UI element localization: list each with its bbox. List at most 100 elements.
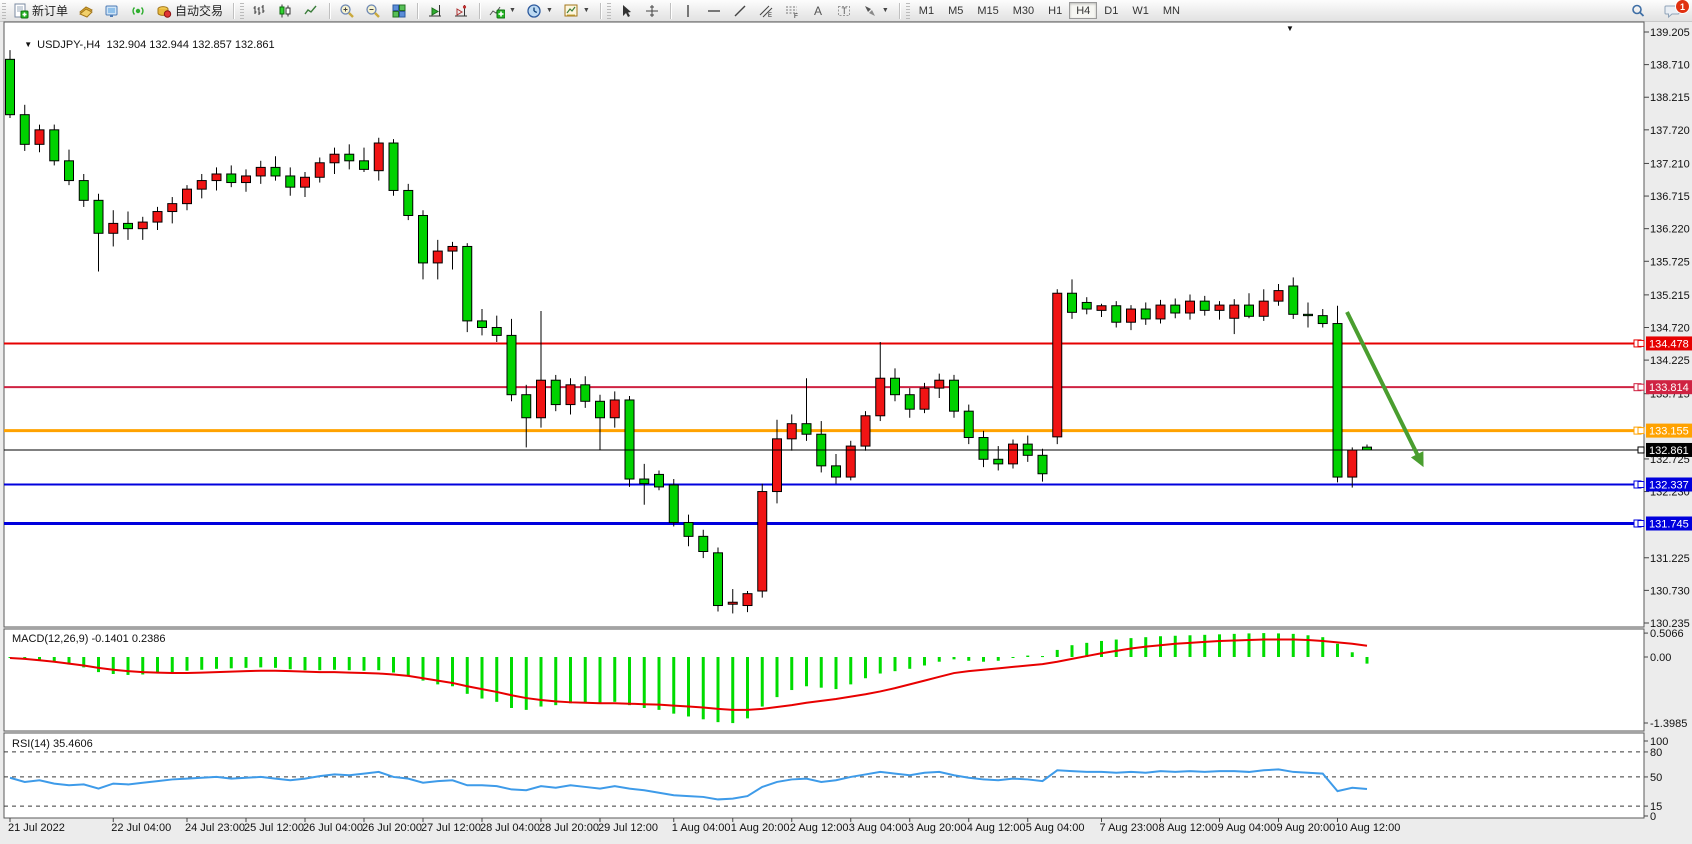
rsi-pane[interactable] [4, 733, 1644, 818]
price-axis-label: 135.215 [1650, 290, 1690, 302]
macd-histogram-bar [333, 657, 336, 670]
price-axis-label: 131.225 [1650, 553, 1690, 565]
date-axis-label: 28 Jul 04:00 [480, 822, 540, 834]
rsi-label: RSI(14) 35.4606 [12, 738, 93, 750]
candle [1318, 316, 1327, 324]
macd-histogram-bar [156, 657, 159, 674]
candle [374, 143, 383, 171]
candle [861, 416, 870, 446]
mt4-window: 新订单 自动交易 [0, 0, 1692, 844]
candle [610, 400, 619, 418]
chart-title[interactable]: ▼USDJPY-,H4 132.904 132.944 132.857 132.… [12, 27, 275, 63]
macd-histogram-bar [348, 657, 351, 670]
date-axis-label: 3 Aug 20:00 [908, 822, 967, 834]
candle [256, 167, 265, 176]
candle [1156, 305, 1165, 319]
macd-histogram-bar [997, 657, 1000, 661]
date-axis-label: 10 Aug 12:00 [1336, 822, 1401, 834]
macd-pane[interactable] [4, 629, 1644, 731]
candle [640, 479, 649, 484]
candle [138, 222, 147, 229]
price-badge-notch [1638, 428, 1644, 434]
candle [655, 474, 664, 487]
candle [522, 395, 531, 418]
date-axis-label: 3 Aug 04:00 [849, 822, 908, 834]
macd-histogram-bar [894, 657, 897, 671]
macd-histogram-bar [1307, 635, 1310, 657]
candle [109, 223, 118, 233]
macd-histogram-bar [967, 657, 970, 661]
candle [758, 492, 767, 591]
price-axis-label: 136.715 [1650, 191, 1690, 203]
candle [345, 154, 354, 161]
chart-title-dropdown-icon[interactable]: ▼ [24, 40, 32, 49]
date-axis-label: 7 Aug 23:00 [1100, 822, 1159, 834]
candle [714, 553, 723, 606]
macd-histogram-bar [1292, 634, 1295, 657]
rsi-axis-label: 80 [1650, 747, 1662, 759]
price-badge-notch [1638, 447, 1644, 453]
price-badge-label: 131.745 [1649, 519, 1689, 531]
price-axis-label: 135.725 [1650, 256, 1690, 268]
candle [684, 523, 693, 537]
main-pane[interactable] [4, 22, 1644, 627]
date-axis-label: 5 Aug 04:00 [1026, 822, 1085, 834]
price-axis-label: 138.215 [1650, 92, 1690, 104]
candle [1289, 286, 1298, 314]
macd-axis-label: 0.5066 [1650, 628, 1684, 640]
macd-histogram-bar [186, 657, 189, 671]
candle [227, 174, 236, 183]
date-axis-label: 9 Aug 04:00 [1218, 822, 1277, 834]
date-axis-label: 1 Aug 04:00 [672, 822, 731, 834]
candle [773, 439, 782, 492]
macd-histogram-bar [1218, 634, 1221, 657]
macd-histogram-bar [849, 657, 852, 684]
candle [1200, 301, 1209, 310]
price-badge-notch [1638, 521, 1644, 527]
date-axis-label: 1 Aug 20:00 [731, 822, 790, 834]
candle [507, 335, 516, 394]
macd-histogram-bar [1203, 635, 1206, 657]
candle [905, 395, 914, 409]
candle [581, 385, 590, 401]
candle [876, 378, 885, 416]
candle [1038, 455, 1047, 473]
macd-histogram-bar [982, 657, 985, 662]
chart-dropdown-icon[interactable]: ▼ [1286, 24, 1294, 33]
candle [1097, 306, 1106, 311]
candle [478, 321, 487, 328]
candle [994, 459, 1003, 464]
macd-histogram-bar [613, 657, 616, 702]
macd-histogram-bar [495, 657, 498, 702]
candle [1348, 450, 1357, 477]
macd-histogram-bar [259, 657, 262, 667]
candle [802, 424, 811, 435]
candle [124, 223, 133, 228]
candle [79, 181, 88, 201]
chart-symbol-period: USDJPY-,H4 [37, 39, 100, 51]
macd-histogram-bar [1041, 656, 1044, 657]
macd-histogram-bar [938, 657, 941, 662]
macd-histogram-bar [879, 657, 882, 674]
macd-histogram-bar [392, 657, 395, 673]
macd-histogram-bar [1159, 636, 1162, 657]
macd-histogram-bar [554, 657, 557, 705]
macd-histogram-bar [628, 657, 631, 705]
price-axis-label: 136.220 [1650, 224, 1690, 236]
candle [625, 400, 634, 479]
candle [463, 246, 472, 320]
candle [950, 380, 959, 411]
macd-histogram-bar [599, 657, 602, 703]
candle [20, 115, 29, 145]
macd-histogram-bar [790, 657, 793, 690]
candle [183, 189, 192, 203]
macd-histogram-bar [377, 657, 380, 670]
macd-histogram-bar [215, 657, 218, 669]
candle [1009, 444, 1018, 464]
date-axis-label: 26 Jul 20:00 [362, 822, 422, 834]
macd-axis-label: 0.00 [1650, 652, 1671, 664]
candle [330, 154, 339, 163]
candle [743, 594, 752, 606]
chart-canvas[interactable]: 139.205138.710138.215137.720137.210136.7… [0, 0, 1692, 844]
date-axis-label: 8 Aug 12:00 [1159, 822, 1218, 834]
